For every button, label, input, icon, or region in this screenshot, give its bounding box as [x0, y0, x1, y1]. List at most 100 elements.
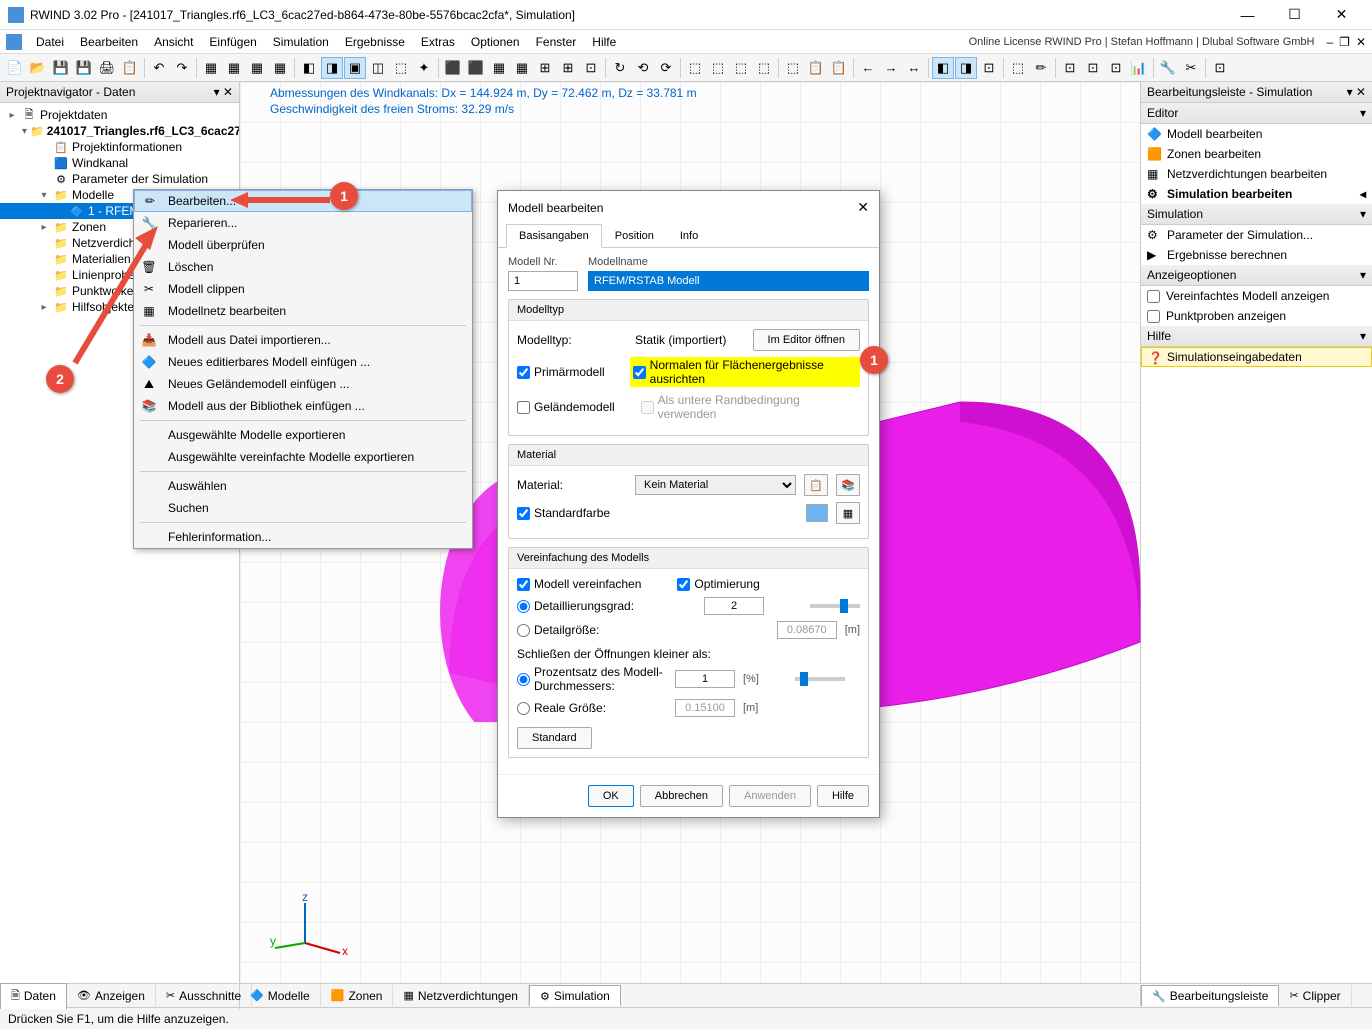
side-sim-bearbeiten[interactable]: ⚙Simulation bearbeiten◂ — [1141, 184, 1372, 204]
tool-view5[interactable]: ⬚ — [390, 57, 412, 79]
maximize-button[interactable]: ☐ — [1272, 1, 1317, 29]
ctx-fehler[interactable]: Fehlerinformation... — [134, 526, 472, 548]
tool-e2[interactable]: → — [880, 57, 902, 79]
menu-datei[interactable]: Datei — [28, 32, 72, 52]
btab-sim[interactable]: ⚙ Simulation — [529, 985, 621, 1006]
btn-hilfe[interactable]: Hilfe — [817, 785, 869, 807]
menu-hilfe[interactable]: Hilfe — [584, 32, 624, 52]
tool-v12[interactable]: ⊞ — [557, 57, 579, 79]
side-netz-bearbeiten[interactable]: ▦Netzverdichtungen bearbeiten — [1141, 164, 1372, 184]
chk-punktproben[interactable]: Punktproben anzeigen — [1141, 306, 1372, 326]
slider-prozent[interactable] — [795, 677, 845, 681]
editor-section-header[interactable]: Editor▾ — [1141, 103, 1372, 124]
tool-new[interactable]: 📄 — [4, 57, 26, 79]
tool-v9[interactable]: ▦ — [488, 57, 510, 79]
chk-optimierung[interactable]: Optimierung — [677, 577, 759, 591]
sim-section-header[interactable]: Simulation▾ — [1141, 204, 1372, 225]
radio-detailgrad[interactable]: Detaillierungsgrad: — [517, 599, 634, 613]
tool-redo[interactable]: ↷ — [171, 57, 193, 79]
anzeige-section-header[interactable]: Anzeigeoptionen▾ — [1141, 265, 1372, 286]
hilfe-section-header[interactable]: Hilfe▾ — [1141, 326, 1372, 347]
btn-material-new[interactable]: 📋 — [804, 474, 828, 496]
menu-extras[interactable]: Extras — [413, 32, 463, 52]
tab-basisangaben[interactable]: Basisangaben — [506, 224, 602, 248]
chk-vereinfachen[interactable]: Modell vereinfachen — [517, 577, 641, 591]
tool-j1[interactable]: ⊡ — [1209, 57, 1231, 79]
tool-rot1[interactable]: ⟲ — [632, 57, 654, 79]
input-modellnr[interactable] — [508, 271, 578, 291]
btab-netz[interactable]: ▦ Netzverdichtungen — [393, 985, 528, 1006]
tool-v11[interactable]: ⊞ — [534, 57, 556, 79]
tool-d2[interactable]: 📋 — [805, 57, 827, 79]
input-prozent[interactable] — [675, 670, 735, 688]
tool-mesh2[interactable]: ▦ — [223, 57, 245, 79]
mdi-restore-icon[interactable]: ❐ — [1339, 35, 1350, 49]
menu-einfuegen[interactable]: Einfügen — [201, 32, 264, 52]
input-reale[interactable] — [675, 699, 735, 717]
ctx-import[interactable]: 📥Modell aus Datei importieren... — [134, 329, 472, 351]
tool-mesh3[interactable]: ▦ — [246, 57, 268, 79]
tool-view2[interactable]: ◨ — [321, 57, 343, 79]
btab-ausschnitte[interactable]: ✂ Ausschnitte — [156, 983, 252, 1009]
mdi-close-icon[interactable]: ✕ — [1356, 35, 1366, 49]
chk-gelandemodell[interactable]: Geländemodell — [517, 400, 615, 414]
tool-h4[interactable]: 📊 — [1128, 57, 1150, 79]
chk-vereinfacht[interactable]: Vereinfachtes Modell anzeigen — [1141, 286, 1372, 306]
tool-g2[interactable]: ✏ — [1030, 57, 1052, 79]
chk-standardfarbe[interactable]: Standardfarbe — [517, 506, 610, 520]
tree-root[interactable]: ▸🗎Projektdaten — [0, 107, 239, 123]
side-modell-bearbeiten[interactable]: 🔷Modell bearbeiten — [1141, 124, 1372, 144]
btab-daten[interactable]: 🗎 Daten — [0, 983, 67, 1009]
radio-detailgrosse[interactable]: Detailgröße: — [517, 623, 599, 637]
chk-normalen[interactable]: Normalen für Flächenergebnisse ausrichte… — [630, 357, 860, 387]
side-simdata[interactable]: ❓Simulationseingabedaten — [1141, 347, 1372, 367]
tool-c4[interactable]: ⬚ — [753, 57, 775, 79]
tool-print[interactable]: 🖨 — [96, 57, 118, 79]
tool-e1[interactable]: ← — [857, 57, 879, 79]
tool-view4[interactable]: ◫ — [367, 57, 389, 79]
tool-f1[interactable]: ◧ — [932, 57, 954, 79]
select-material[interactable]: Kein Material — [635, 475, 796, 495]
btab-bearbeit[interactable]: 🔧 Bearbeitungsleiste — [1141, 985, 1279, 1006]
btn-abbrechen[interactable]: Abbrechen — [640, 785, 723, 807]
tool-copy[interactable]: 📋 — [119, 57, 141, 79]
tool-v8[interactable]: ⬛ — [465, 57, 487, 79]
tool-save[interactable]: 💾 — [50, 57, 72, 79]
btab-anzeigen[interactable]: 👁 Anzeigen — [67, 983, 156, 1009]
ctx-uberprufen[interactable]: Modell überprüfen — [134, 234, 472, 256]
mdi-minimize-icon[interactable]: – — [1326, 35, 1333, 49]
tool-d1[interactable]: ⬚ — [782, 57, 804, 79]
tool-e3[interactable]: ↔ — [903, 57, 925, 79]
tool-f2[interactable]: ◨ — [955, 57, 977, 79]
btab-zonen[interactable]: 🟧 Zonen — [321, 985, 394, 1006]
btn-editor-offnen[interactable]: Im Editor öffnen — [753, 329, 860, 351]
tool-c2[interactable]: ⬚ — [707, 57, 729, 79]
tool-open[interactable]: 📂 — [27, 57, 49, 79]
tool-h2[interactable]: ⊡ — [1082, 57, 1104, 79]
input-modellname[interactable] — [588, 271, 869, 291]
tool-rot2[interactable]: ⟳ — [655, 57, 677, 79]
dialog-close-icon[interactable]: ✕ — [857, 199, 869, 216]
tool-f3[interactable]: ⊡ — [978, 57, 1000, 79]
btn-standard[interactable]: Standard — [517, 727, 592, 749]
minimize-button[interactable]: — — [1225, 1, 1270, 29]
tree-windkanal[interactable]: 🟦Windkanal — [0, 155, 239, 171]
btn-material-lib[interactable]: 📚 — [836, 474, 860, 496]
tool-d3[interactable]: 📋 — [828, 57, 850, 79]
ctx-neugelande[interactable]: ⛰Neues Geländemodell einfügen ... — [134, 373, 472, 395]
tool-refresh[interactable]: ↻ — [609, 57, 631, 79]
tool-i2[interactable]: ✂ — [1180, 57, 1202, 79]
btab-clipper[interactable]: ✂ Clipper — [1279, 985, 1351, 1006]
ctx-clippen[interactable]: ✂Modell clippen — [134, 278, 472, 300]
tool-h3[interactable]: ⊡ — [1105, 57, 1127, 79]
tool-undo[interactable]: ↶ — [148, 57, 170, 79]
ctx-biblio[interactable]: 📚Modell aus der Bibliothek einfügen ... — [134, 395, 472, 417]
side-zonen-bearbeiten[interactable]: 🟧Zonen bearbeiten — [1141, 144, 1372, 164]
menu-ergebnisse[interactable]: Ergebnisse — [337, 32, 413, 52]
ctx-loschen[interactable]: 🗑Löschen — [134, 256, 472, 278]
tool-v13[interactable]: ⊡ — [580, 57, 602, 79]
menu-ansicht[interactable]: Ansicht — [146, 32, 201, 52]
tool-g1[interactable]: ⬚ — [1007, 57, 1029, 79]
ctx-auswahlen[interactable]: Auswählen — [134, 475, 472, 497]
tool-mesh1[interactable]: ▦ — [200, 57, 222, 79]
